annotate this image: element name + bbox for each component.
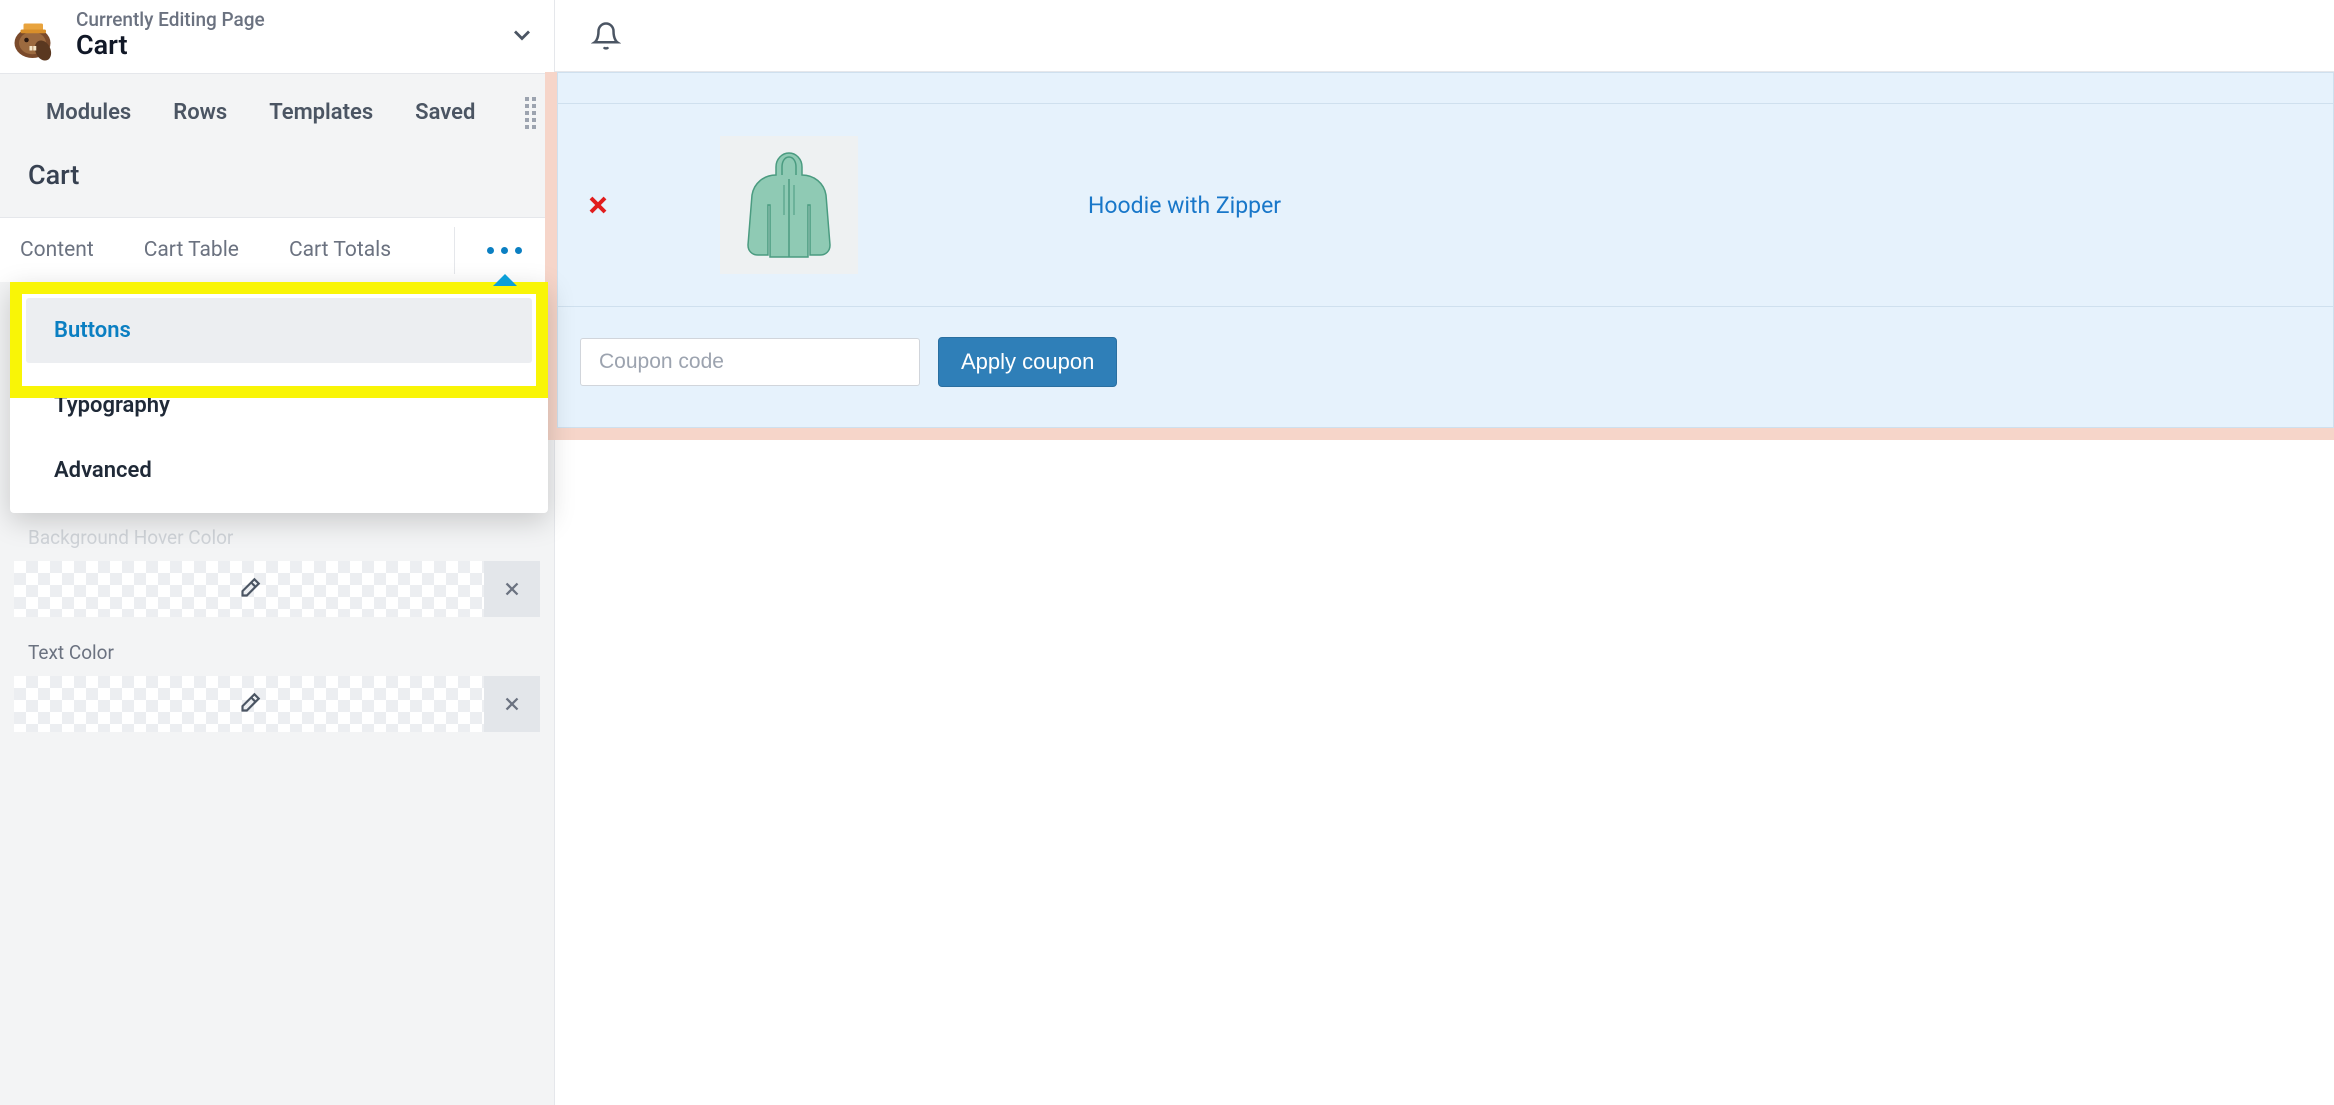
builder-sidebar: Currently Editing Page Cart Modules Rows… <box>0 0 555 1105</box>
more-dropdown: Buttons Typography Advanced <box>10 282 548 513</box>
dot-icon <box>501 247 508 254</box>
dropdown-item-advanced[interactable]: Advanced <box>10 438 548 503</box>
beaver-logo-icon <box>10 13 58 61</box>
cart-table: Hoodie with Zipper Apply coupon <box>557 72 2334 428</box>
app-root: Currently Editing Page Cart Modules Rows… <box>0 0 2334 1105</box>
module-section-title: Cart <box>0 151 554 217</box>
preview-selection-outline: Hoodie with Zipper Apply coupon <box>545 72 2334 440</box>
sub-tab-cart-table[interactable]: Cart Table <box>124 218 269 282</box>
text-color-clear[interactable] <box>484 676 540 732</box>
page-title: Cart <box>76 29 508 61</box>
sub-tab-content[interactable]: Content <box>0 218 124 282</box>
chevron-down-icon[interactable] <box>508 21 536 49</box>
bg-hover-color-picker[interactable] <box>14 561 484 617</box>
text-color-row <box>14 676 540 732</box>
bell-icon[interactable] <box>591 21 621 51</box>
text-color-label: Text Color <box>0 641 554 672</box>
cart-preview: Hoodie with Zipper Apply coupon <box>555 72 2334 440</box>
tab-saved[interactable]: Saved <box>415 100 475 125</box>
main-tabs: Modules Rows Templates Saved <box>0 74 554 151</box>
apply-coupon-button[interactable]: Apply coupon <box>938 337 1117 387</box>
tab-modules[interactable]: Modules <box>46 100 131 125</box>
module-sub-tabs: Content Cart Table Cart Totals <box>0 217 554 282</box>
coupon-code-input[interactable] <box>580 338 920 386</box>
product-name-link[interactable]: Hoodie with Zipper <box>1088 192 1281 219</box>
header-pretitle: Currently Editing Page <box>76 8 508 31</box>
dot-icon <box>515 247 522 254</box>
tab-rows[interactable]: Rows <box>173 100 227 125</box>
tab-templates[interactable]: Templates <box>269 100 373 125</box>
cart-product-row: Hoodie with Zipper <box>558 103 2333 307</box>
dropdown-item-buttons[interactable]: Buttons <box>26 298 532 363</box>
dot-icon <box>487 247 494 254</box>
canvas-topbar <box>555 0 2334 72</box>
bg-hover-color-row <box>14 561 540 617</box>
text-color-picker[interactable] <box>14 676 484 732</box>
drag-handle-icon[interactable] <box>525 97 536 129</box>
coupon-row: Apply coupon <box>558 307 2333 427</box>
bg-hover-color-label: Background Hover Color <box>0 526 554 557</box>
remove-item-button[interactable] <box>586 193 610 217</box>
sub-tab-more-button[interactable] <box>454 227 554 274</box>
canvas: Hoodie with Zipper Apply coupon <box>555 0 2334 1105</box>
header-text-block: Currently Editing Page Cart <box>76 8 508 61</box>
sub-tab-cart-totals[interactable]: Cart Totals <box>269 218 421 282</box>
bg-hover-color-clear[interactable] <box>484 561 540 617</box>
sidebar-header: Currently Editing Page Cart <box>0 0 554 74</box>
dropdown-item-typography[interactable]: Typography <box>10 373 548 438</box>
product-thumbnail[interactable] <box>720 136 858 274</box>
